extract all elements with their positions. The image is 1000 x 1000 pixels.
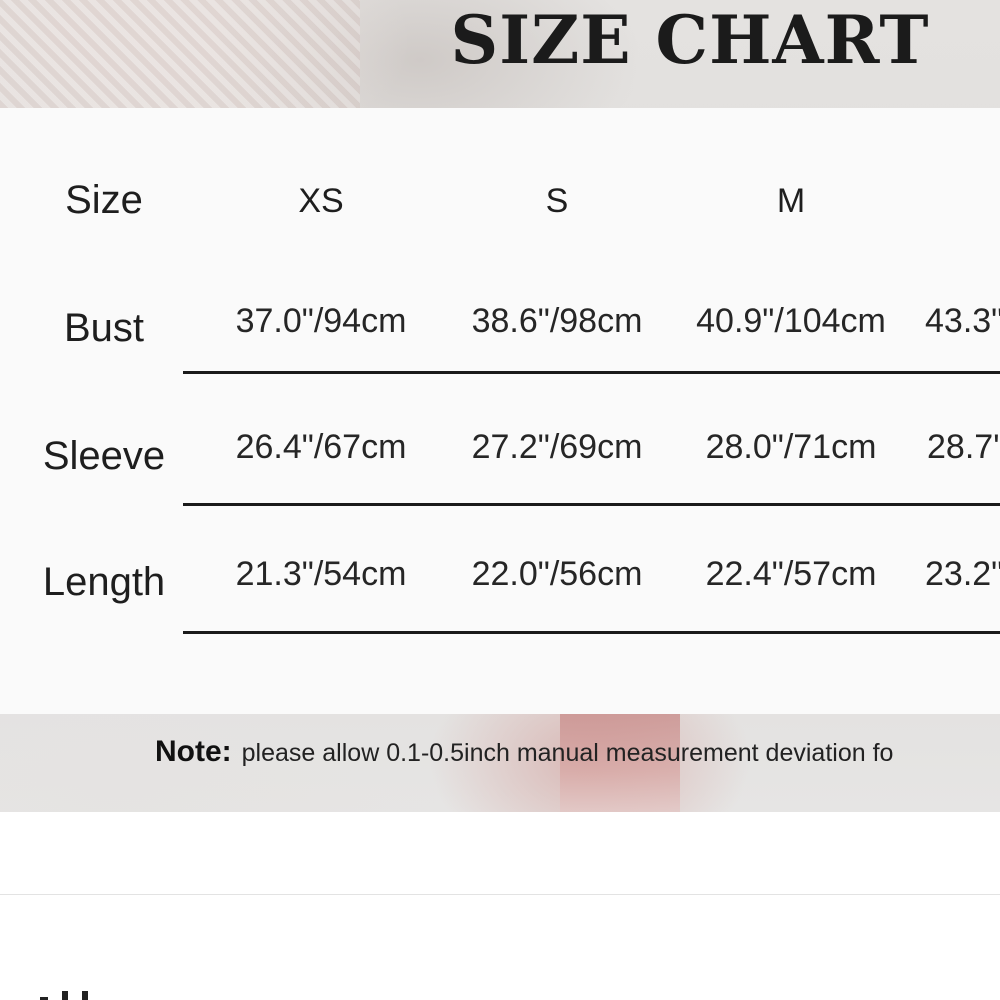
measurement-note: Note: please allow 0.1-0.5inch manual mea… bbox=[155, 732, 1000, 772]
cell-length-m: 22.4"/57cm bbox=[705, 555, 877, 593]
cell-length-l: 23.2" bbox=[925, 555, 1000, 593]
cell-sleeve-s: 27.2"/69cm bbox=[471, 428, 643, 466]
col-head-s: S bbox=[545, 182, 569, 220]
cell-bust-m: 40.9"/104cm bbox=[696, 302, 886, 340]
cell-bust-s: 38.6"/98cm bbox=[471, 302, 643, 340]
cell-length-s: 22.0"/56cm bbox=[471, 555, 643, 593]
size-chart-page: SIZE CHART Size XS S M Bust 37.0"/94cm 3… bbox=[0, 0, 1000, 1000]
cell-bust-xs: 37.0"/94cm bbox=[235, 302, 407, 340]
section-divider bbox=[0, 894, 1000, 895]
row-label-bust: Bust bbox=[63, 306, 145, 350]
size-chart-title: SIZE CHART bbox=[450, 1, 930, 79]
note-text: please allow 0.1-0.5inch manual measurem… bbox=[241, 739, 894, 767]
note-label: Note: bbox=[155, 735, 232, 768]
cell-sleeve-m: 28.0"/71cm bbox=[705, 428, 877, 466]
row-divider-length bbox=[183, 631, 1000, 634]
cell-sleeve-l: 28.7' bbox=[927, 428, 1000, 466]
cell-sleeve-xs: 26.4"/67cm bbox=[235, 428, 407, 466]
row-divider-bust bbox=[183, 371, 1000, 374]
background-pattern bbox=[0, 0, 360, 108]
row-label-sleeve: Sleeve bbox=[42, 434, 166, 478]
cell-bust-l: 43.3" bbox=[925, 302, 1000, 340]
cropped-heading-fragment bbox=[40, 988, 140, 1000]
col-head-m: M bbox=[776, 182, 806, 220]
row-label-length: Length bbox=[42, 560, 166, 604]
header-size-label: Size bbox=[65, 178, 143, 222]
col-head-xs: XS bbox=[298, 182, 344, 220]
row-divider-sleeve bbox=[183, 503, 1000, 506]
cell-length-xs: 21.3"/54cm bbox=[235, 555, 407, 593]
size-table-panel: Size XS S M Bust 37.0"/94cm 38.6"/98cm 4… bbox=[0, 108, 1000, 714]
